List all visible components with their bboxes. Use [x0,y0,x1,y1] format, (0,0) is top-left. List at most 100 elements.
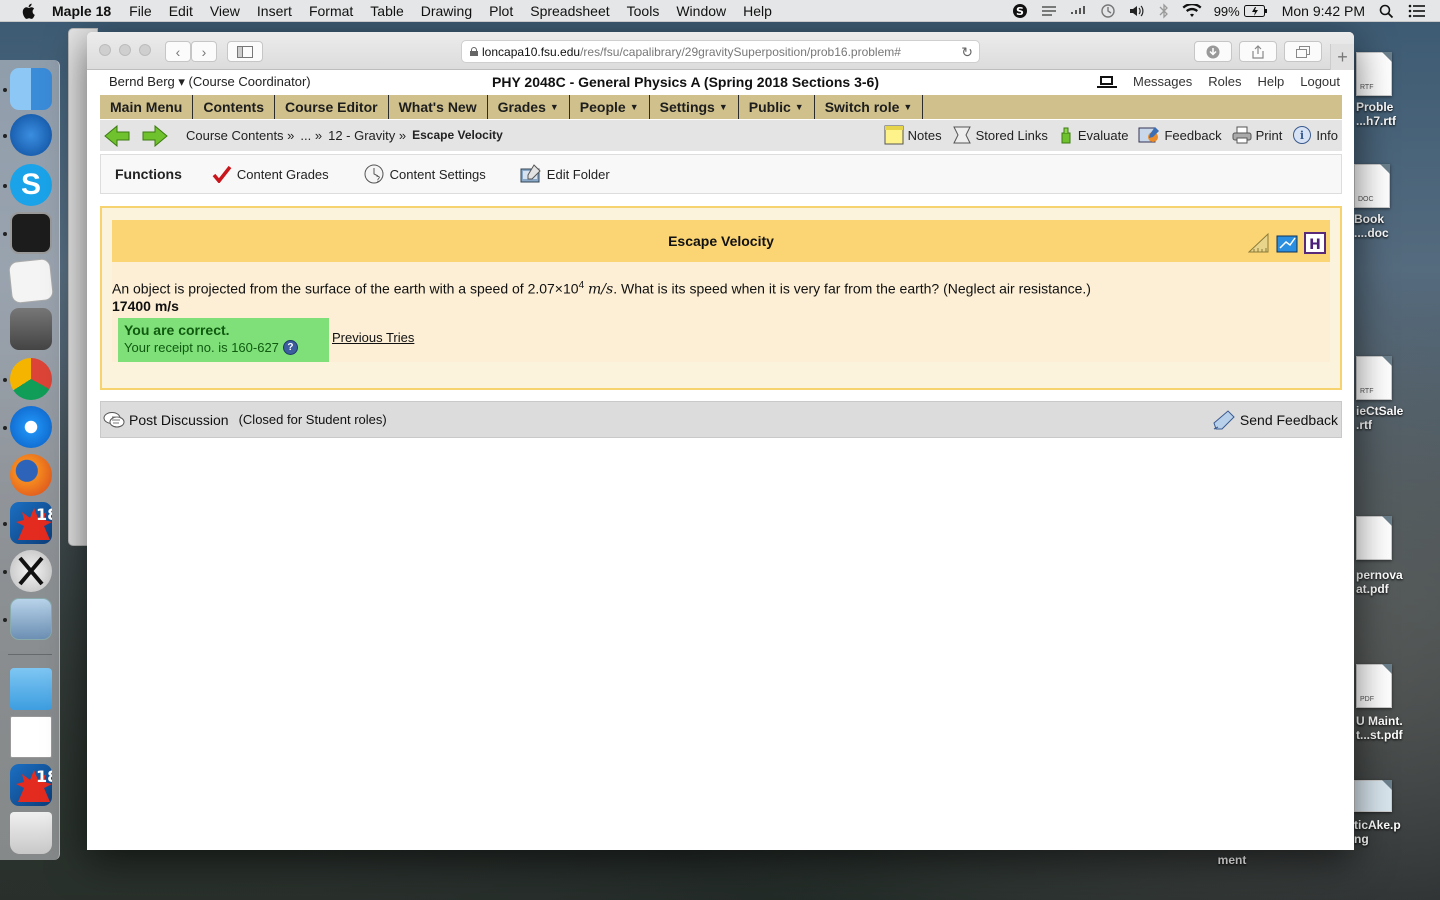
nav-course-editor[interactable]: Course Editor [275,95,389,119]
address-bar[interactable]: loncapa10.fsu.edu/res/fsu/capalibrary/29… [461,40,980,63]
desktop-file-ment[interactable]: ment [1210,853,1254,867]
notification-center-icon[interactable] [1408,4,1426,18]
menu-view[interactable]: View [210,3,240,19]
nav-main-menu[interactable]: Main Menu [100,95,194,119]
terminal-icon[interactable] [10,212,52,254]
document-stack-icon[interactable] [10,716,52,758]
x11-icon[interactable] [10,550,52,592]
desktop-file-book-doc[interactable]: DOC Book ....doc [1354,164,1434,240]
downloads-button[interactable] [1194,41,1232,62]
nav-people[interactable]: People ▼ [570,95,650,119]
help-icon[interactable]: ? [282,340,298,355]
menu-insert[interactable]: Insert [257,3,292,19]
help-link[interactable]: Help [1257,74,1284,89]
time-machine-icon[interactable] [1100,3,1116,19]
discussion-closed-note: (Closed for Student roles) [238,412,387,427]
html-editor-icon[interactable]: H [1304,232,1326,254]
desktop-file-ake-png[interactable]: ticAke.p ng [1354,780,1434,846]
preview-icon[interactable] [10,598,52,640]
finder-icon[interactable] [10,68,52,110]
wifi-icon[interactable] [1182,3,1202,19]
content-grades-link[interactable]: Content Grades [212,165,329,183]
apple-icon[interactable] [20,2,38,20]
trash-icon[interactable] [10,812,52,854]
minimize-window-button[interactable] [119,44,131,56]
folder-icon[interactable] [10,668,52,710]
menu-drawing[interactable]: Drawing [421,3,472,19]
edit-problem-icon[interactable] [1276,232,1298,254]
tabs-overview-button[interactable] [1284,41,1322,62]
nav-settings[interactable]: Settings ▼ [650,95,739,119]
logout-link[interactable]: Logout [1300,74,1340,89]
nav-contents[interactable]: Contents [193,95,276,119]
crumb-gravity[interactable]: 12 - Gravity » [328,128,406,143]
maple-icon[interactable] [10,114,52,156]
menu-plot[interactable]: Plot [489,3,513,19]
reload-icon[interactable]: ↻ [961,44,973,61]
user-menu[interactable]: Bernd Berg ▾ (Course Coordinator) [109,74,311,90]
desktop-file-supernova-pdf[interactable]: pernova at.pdf [1356,516,1436,596]
forward-button[interactable]: › [191,41,217,62]
volume-icon[interactable] [1128,4,1146,18]
textedit-icon[interactable] [7,257,55,305]
chrome-icon[interactable] [10,358,52,400]
menu-help[interactable]: Help [743,3,772,19]
menu-window[interactable]: Window [676,3,726,19]
airplay-icon[interactable] [1040,4,1058,18]
info-tool[interactable]: i Info [1292,125,1338,145]
share-button[interactable] [1239,41,1277,62]
feedback-tool[interactable]: Feedback [1138,125,1222,145]
send-feedback-link[interactable]: Send Feedback [1212,409,1338,431]
nav-grades[interactable]: Grades ▼ [488,95,570,119]
menu-format[interactable]: Format [309,3,353,19]
next-resource-arrow-icon[interactable] [142,124,168,147]
back-button[interactable]: ‹ [165,41,191,62]
post-discussion-link[interactable]: Post Discussion [103,411,229,429]
evaluate-tool[interactable]: Evaluate [1058,125,1128,145]
desktop-file-maint-pdf[interactable]: PDF U Maint. t...st.pdf [1356,664,1436,742]
skype-icon[interactable]: S [10,164,52,206]
sidebar-button[interactable] [227,41,263,62]
running-indicator [3,88,7,92]
safari-icon[interactable] [10,406,52,448]
laptop-icon[interactable] [1096,75,1117,89]
menu-spreadsheet[interactable]: Spreadsheet [530,3,609,19]
grid-status-icon[interactable] [1070,4,1088,18]
skype-status-icon[interactable]: S [1012,3,1028,19]
battery-icon[interactable] [1243,5,1268,17]
close-window-button[interactable] [99,44,111,56]
maple-18-icon[interactable]: 18 [10,502,58,544]
content-settings-link[interactable]: ? Content Settings [363,163,486,185]
notes-tool[interactable]: Notes [884,125,942,145]
print-tool[interactable]: Print [1232,125,1282,145]
zoom-window-button[interactable] [139,44,151,56]
maple-stack-icon[interactable]: 18 [10,764,58,806]
header-line: Bernd Berg ▾ (Course Coordinator) PHY 20… [109,74,1340,94]
desktop-file-ctsale-rtf[interactable]: RTF ieCtSale .rtf [1356,356,1436,432]
crumb-course-contents[interactable]: Course Contents » [186,128,294,143]
menu-file[interactable]: File [129,3,152,19]
messages-link[interactable]: Messages [1133,74,1192,89]
menu-table[interactable]: Table [370,3,403,19]
spotlight-icon[interactable] [1379,4,1394,19]
menu-tools[interactable]: Tools [627,3,660,19]
nav-whats-new[interactable]: What's New [389,95,488,119]
app-menu[interactable]: Maple 18 [52,3,111,19]
desktop-file-problem-rtf[interactable]: RTF Proble ...h7.rtf [1356,52,1436,128]
clock[interactable]: Mon 9:42 PM [1282,3,1365,19]
ruler-icon[interactable] [1248,232,1270,254]
roles-link[interactable]: Roles [1208,74,1241,89]
menu-edit[interactable]: Edit [169,3,193,19]
functions-bar: Functions Content Grades ? Content Settin… [100,154,1342,194]
crumb-ellipsis[interactable]: ... » [300,128,322,143]
new-tab-button[interactable]: + [1330,44,1354,70]
edit-folder-link[interactable]: Edit Folder [520,164,610,184]
previous-tries-link[interactable]: Previous Tries [332,330,414,345]
calculator-icon[interactable] [10,308,52,350]
firefox-icon[interactable] [10,454,52,496]
bluetooth-icon[interactable] [1158,3,1170,19]
stored-links-tool[interactable]: Stored Links [952,125,1048,145]
previous-resource-arrow-icon[interactable] [104,124,130,147]
nav-switch-role[interactable]: Switch role ▼ [815,95,924,119]
nav-public[interactable]: Public ▼ [739,95,815,119]
